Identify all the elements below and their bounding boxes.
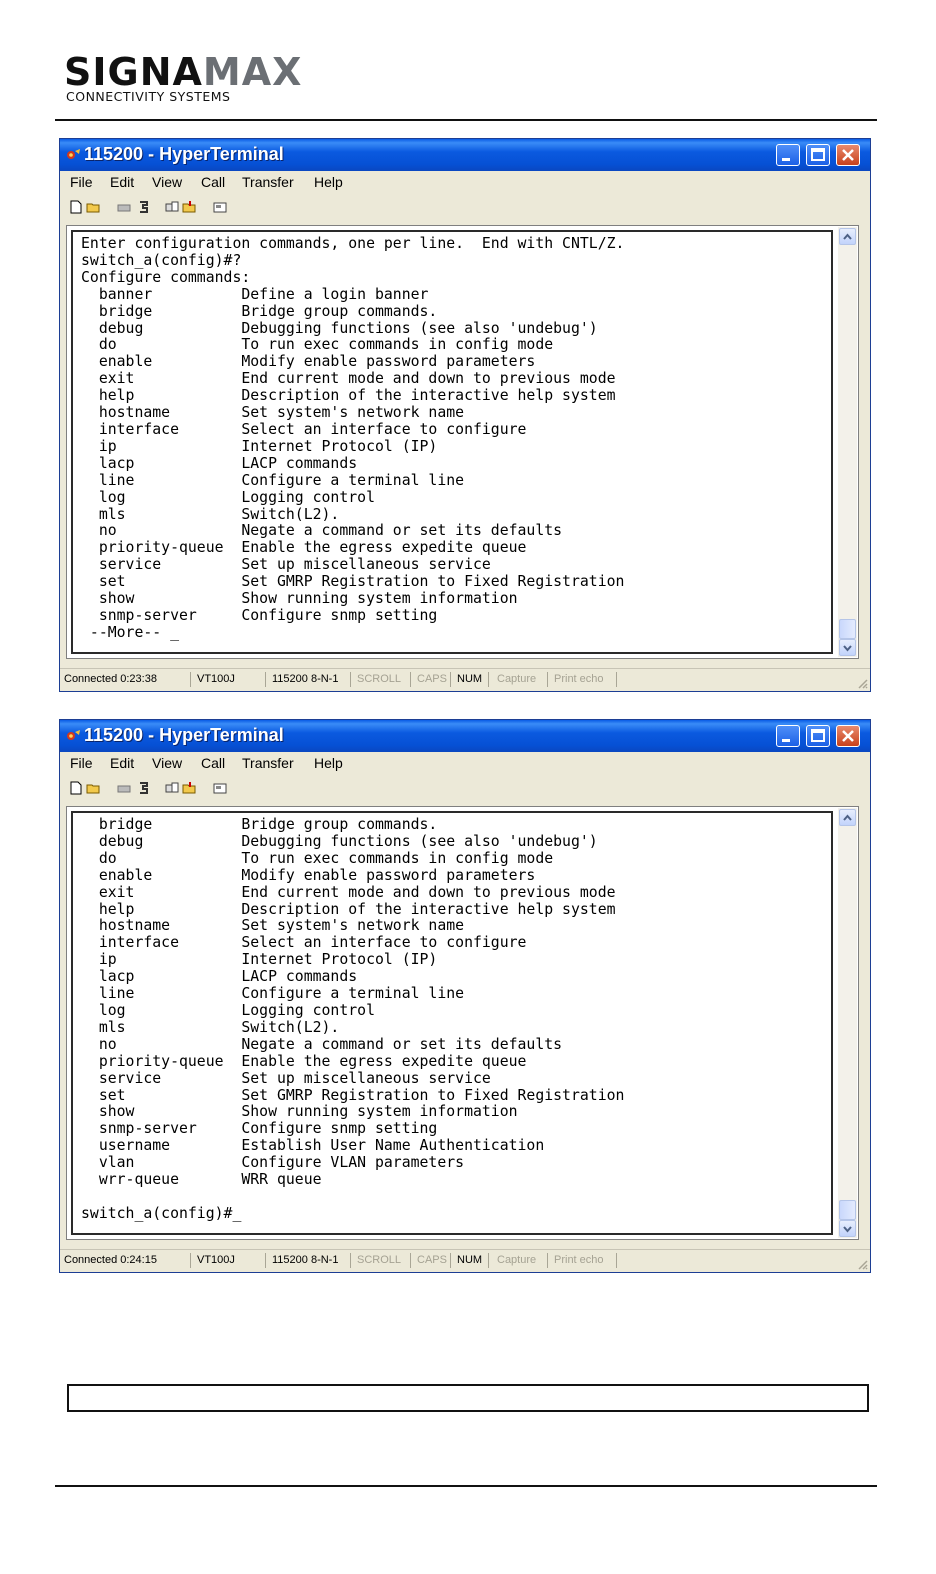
scroll-up-icon [843,233,852,240]
receive-icon[interactable] [182,200,198,214]
status-print-echo: Print echo [554,673,604,685]
menu-transfer[interactable]: Transfer [242,174,294,190]
scroll-down-icon [843,645,852,652]
toolbar [60,776,870,800]
menu-view[interactable]: View [152,755,182,771]
send-icon[interactable] [164,781,180,795]
hyperterminal-app-icon [67,149,80,159]
title-bar[interactable]: 115200 - HyperTerminal [60,139,870,171]
scroll-down-icon [843,1226,852,1233]
maximize-button[interactable] [806,725,830,747]
menu-transfer[interactable]: Transfer [242,755,294,771]
menu-bar: File Edit View Call Transfer Help [60,752,870,774]
scroll-up-icon [843,814,852,821]
footer-rule [55,1485,877,1487]
hyperterminal-window-1: 115200 - HyperTerminal File Edit View Ca… [59,138,871,692]
status-connected: Connected 0:23:38 [64,673,157,685]
caption-box [67,1384,869,1412]
logo-wordmark: SIGNAMAX [64,50,303,94]
menu-call[interactable]: Call [201,755,225,771]
disconnect-icon[interactable] [116,781,132,795]
menu-help[interactable]: Help [314,755,343,771]
menu-view[interactable]: View [152,174,182,190]
menu-file[interactable]: File [70,755,93,771]
scroll-up-button[interactable] [839,228,856,245]
dial-icon[interactable] [136,200,152,214]
header-rule [55,119,877,121]
maximize-icon [811,148,825,161]
close-icon [842,730,854,742]
menu-file[interactable]: File [70,174,93,190]
toolbar [60,195,870,219]
status-connected: Connected 0:24:15 [64,1254,157,1266]
terminal-frame: Enter configuration commands, one per li… [66,225,859,659]
minimize-button[interactable] [776,144,800,166]
status-num: NUM [457,1254,483,1266]
menu-bar: File Edit View Call Transfer Help [60,171,870,193]
minimize-button[interactable] [776,725,800,747]
hyperterminal-app-icon [67,730,80,740]
status-caps: CAPS [417,1254,447,1266]
close-button[interactable] [836,144,860,166]
title-bar[interactable]: 115200 - HyperTerminal [60,720,870,752]
status-capture: Capture [497,673,537,685]
properties-icon[interactable] [212,781,228,795]
scroll-thumb[interactable] [839,1200,856,1220]
open-icon[interactable] [86,781,102,795]
properties-icon[interactable] [212,200,228,214]
status-settings: 115200 8-N-1 [272,673,339,685]
status-scroll: SCROLL [357,1254,402,1266]
dial-icon[interactable] [136,781,152,795]
vertical-scrollbar[interactable] [838,808,857,1238]
send-icon[interactable] [164,200,180,214]
status-scroll: SCROLL [357,673,402,685]
terminal-output: bridge Bridge group commands. debug Debu… [81,816,625,1222]
terminal-screen[interactable]: Enter configuration commands, one per li… [71,230,833,654]
receive-icon[interactable] [182,781,198,795]
minimize-icon [782,158,790,161]
maximize-button[interactable] [806,144,830,166]
scroll-down-button[interactable] [839,1220,856,1237]
close-icon [842,149,854,161]
scroll-down-button[interactable] [839,639,856,656]
status-num: NUM [457,673,483,685]
scroll-thumb[interactable] [839,619,856,639]
status-print-echo: Print echo [554,1254,604,1266]
hyperterminal-window-2: 115200 - HyperTerminal File Edit View Ca… [59,719,871,1273]
resize-grip-icon[interactable] [856,677,868,689]
logo-tagline: CONNECTIVITY SYSTEMS [66,89,231,104]
status-emulation: VT100J [197,1254,235,1266]
status-emulation: VT100J [197,673,235,685]
window-title: 115200 - HyperTerminal [84,725,284,745]
terminal-screen[interactable]: bridge Bridge group commands. debug Debu… [71,811,833,1235]
status-bar: Connected 0:24:15 VT100J 115200 8-N-1 SC… [60,1249,870,1272]
resize-grip-icon[interactable] [856,1258,868,1270]
terminal-frame: bridge Bridge group commands. debug Debu… [66,806,859,1240]
window-title: 115200 - HyperTerminal [84,144,284,164]
vertical-scrollbar[interactable] [838,227,857,657]
scroll-up-button[interactable] [839,809,856,826]
menu-help[interactable]: Help [314,174,343,190]
status-settings: 115200 8-N-1 [272,1254,339,1266]
open-icon[interactable] [86,200,102,214]
menu-edit[interactable]: Edit [110,174,134,190]
status-bar: Connected 0:23:38 VT100J 115200 8-N-1 SC… [60,668,870,691]
menu-edit[interactable]: Edit [110,755,134,771]
minimize-icon [782,739,790,742]
terminal-output: Enter configuration commands, one per li… [81,235,625,641]
menu-call[interactable]: Call [201,174,225,190]
disconnect-icon[interactable] [116,200,132,214]
new-icon[interactable] [68,781,84,795]
close-button[interactable] [836,725,860,747]
new-icon[interactable] [68,200,84,214]
signamax-logo: SIGNAMAX CONNECTIVITY SYSTEMS [64,52,364,108]
status-caps: CAPS [417,673,447,685]
maximize-icon [811,729,825,742]
status-capture: Capture [497,1254,537,1266]
